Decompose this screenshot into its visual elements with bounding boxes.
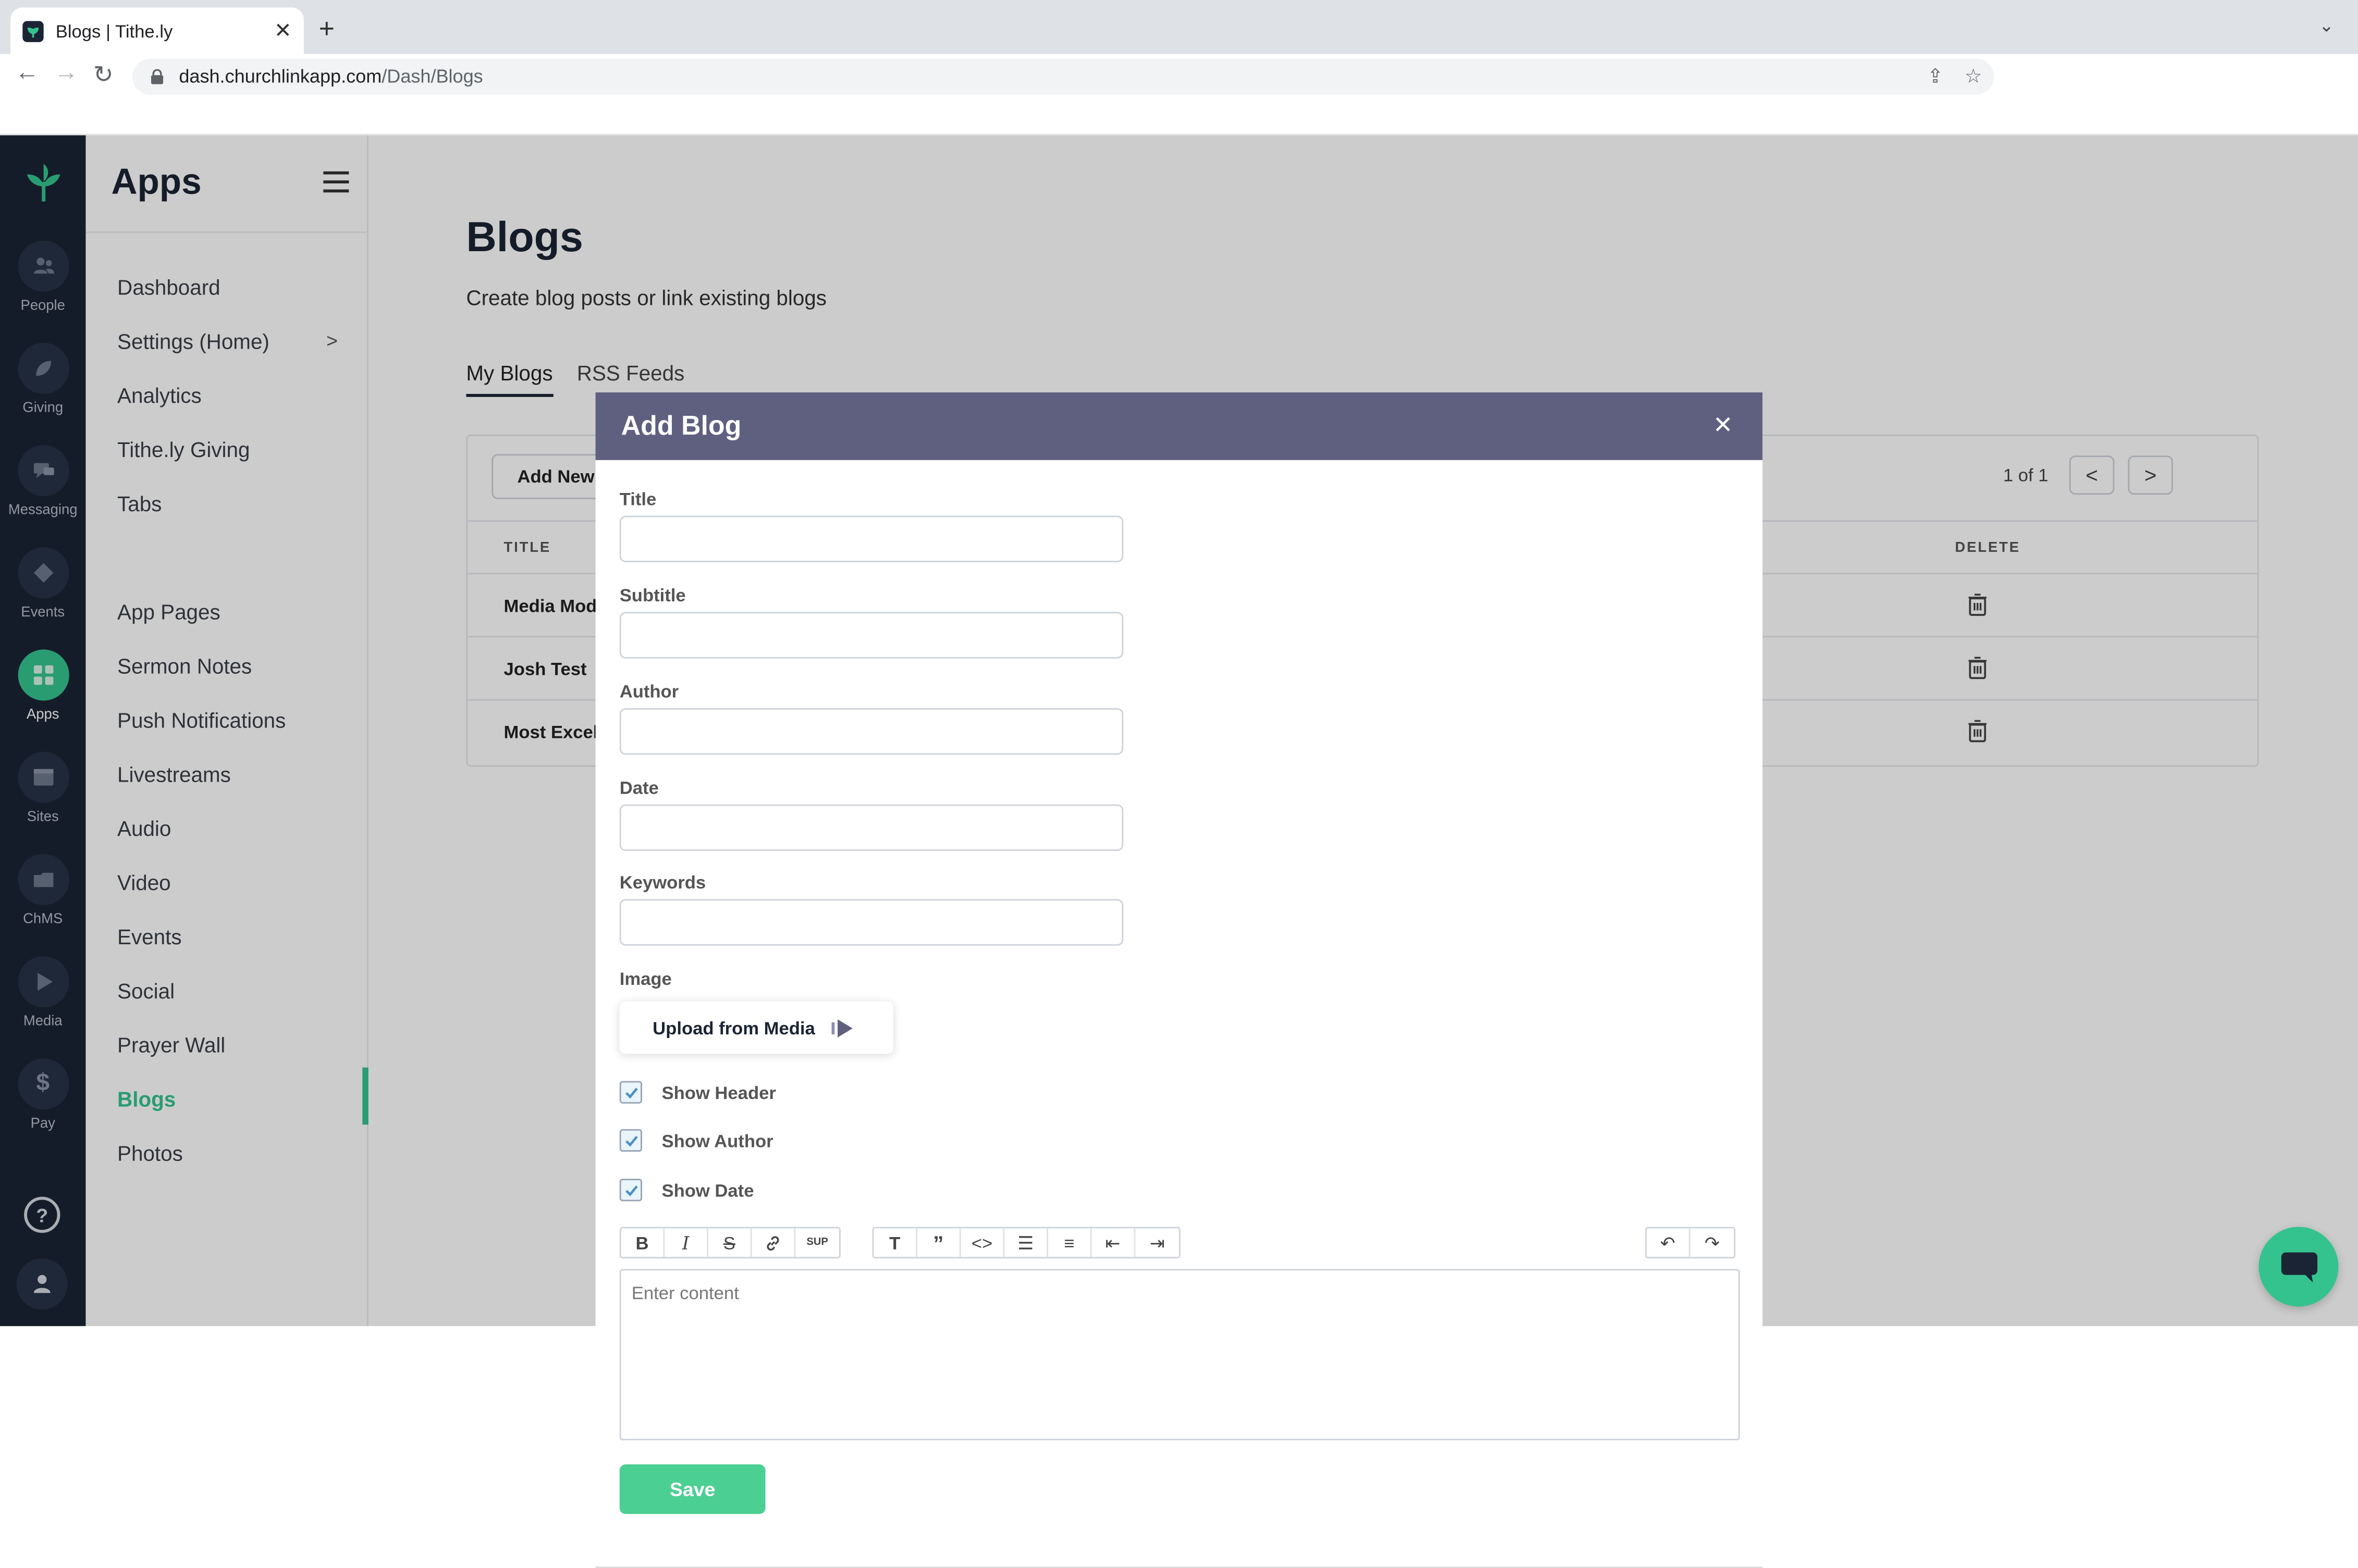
link-icon[interactable] [752, 1228, 796, 1257]
date-label: Date [619, 777, 659, 799]
outdent-icon[interactable]: ⇤ [1092, 1228, 1136, 1257]
numbered-list-icon[interactable]: ≡ [1048, 1228, 1092, 1257]
redo-icon[interactable]: ↷ [1690, 1228, 1734, 1257]
checkbox-checked-icon[interactable] [619, 1178, 642, 1202]
browser-toolbar: ← → ↻ dash.churchlinkapp.com/Dash/Blogs … [0, 54, 2358, 135]
keywords-input[interactable] [619, 899, 1124, 946]
new-tab-button[interactable]: + [319, 14, 335, 45]
superscript-button[interactable]: SUP [795, 1228, 839, 1257]
modal-header: Add Blog ✕ [595, 392, 1763, 460]
image-label: Image [619, 968, 672, 990]
add-blog-modal: Add Blog ✕ Title Subtitle Author Date Ke… [595, 392, 1763, 1568]
upload-from-media-button[interactable]: Upload from Media [619, 1001, 893, 1054]
show-header-label: Show Header [661, 1081, 776, 1103]
url-host: dash.churchlinkapp.com [179, 66, 382, 88]
title-label: Title [619, 488, 657, 510]
heading-icon[interactable]: T [874, 1228, 917, 1257]
browser-tab-title: Blogs | Tithe.ly [55, 20, 173, 42]
tithely-favicon-icon [22, 20, 44, 42]
indent-icon[interactable]: ⇥ [1135, 1228, 1179, 1257]
italic-icon[interactable]: I [665, 1228, 708, 1257]
upload-button-label: Upload from Media [653, 1017, 815, 1039]
url-path: /Dash/Blogs [382, 66, 483, 88]
checkbox-checked-icon[interactable] [619, 1081, 642, 1104]
show-date-checkbox[interactable]: Show Date [619, 1178, 754, 1202]
share-icon[interactable]: ⇪ [1927, 65, 1943, 89]
lock-icon [151, 69, 164, 84]
show-date-label: Show Date [661, 1179, 754, 1201]
reload-icon[interactable]: ↻ [93, 60, 114, 90]
back-arrow-icon[interactable]: ← [15, 60, 39, 87]
format-toolbar-history: ↶ ↷ [1645, 1227, 1736, 1258]
chat-bubble-icon [2280, 1251, 2317, 1282]
show-author-checkbox[interactable]: Show Author [619, 1129, 773, 1152]
modal-title: Add Blog [621, 410, 742, 441]
bold-icon[interactable]: B [621, 1228, 665, 1257]
address-bar[interactable]: dash.churchlinkapp.com/Dash/Blogs ⇪ ☆ [132, 58, 1994, 95]
strikethrough-icon[interactable]: S [708, 1228, 752, 1257]
bookmark-star-icon[interactable]: ☆ [1964, 65, 1982, 89]
chat-support-button[interactable] [2258, 1227, 2339, 1307]
code-icon[interactable]: <> [961, 1228, 1005, 1257]
save-button[interactable]: Save [619, 1464, 766, 1514]
close-tab-icon[interactable]: ✕ [274, 18, 292, 44]
keywords-label: Keywords [619, 872, 706, 893]
format-toolbar-block: T ” <> ☰ ≡ ⇤ ⇥ [872, 1227, 1181, 1258]
bullet-list-icon[interactable]: ☰ [1004, 1228, 1048, 1257]
media-play-icon [831, 1018, 853, 1037]
format-toolbar-inline: B I S SUP [619, 1227, 841, 1258]
blockquote-icon[interactable]: ” [917, 1228, 961, 1257]
tab-search-chevron-icon[interactable]: ⌄ [2319, 15, 2334, 36]
author-label: Author [619, 681, 679, 702]
close-icon[interactable]: ✕ [1713, 411, 1733, 441]
show-author-label: Show Author [661, 1130, 773, 1151]
subtitle-label: Subtitle [619, 585, 686, 606]
content-editor[interactable]: Enter content [619, 1269, 1740, 1441]
subtitle-input[interactable] [619, 612, 1124, 659]
author-input[interactable] [619, 708, 1124, 755]
browser-tab-bar: Blogs | Tithe.ly ✕ + ⌄ [0, 0, 2358, 54]
forward-arrow-icon[interactable]: → [54, 60, 78, 87]
undo-icon[interactable]: ↶ [1647, 1228, 1690, 1257]
editor-placeholder: Enter content [631, 1282, 739, 1304]
date-input[interactable] [619, 804, 1124, 851]
checkbox-checked-icon[interactable] [619, 1129, 642, 1152]
show-header-checkbox[interactable]: Show Header [619, 1081, 776, 1104]
title-input[interactable] [619, 515, 1124, 563]
browser-tab[interactable]: Blogs | Tithe.ly ✕ [10, 7, 304, 54]
